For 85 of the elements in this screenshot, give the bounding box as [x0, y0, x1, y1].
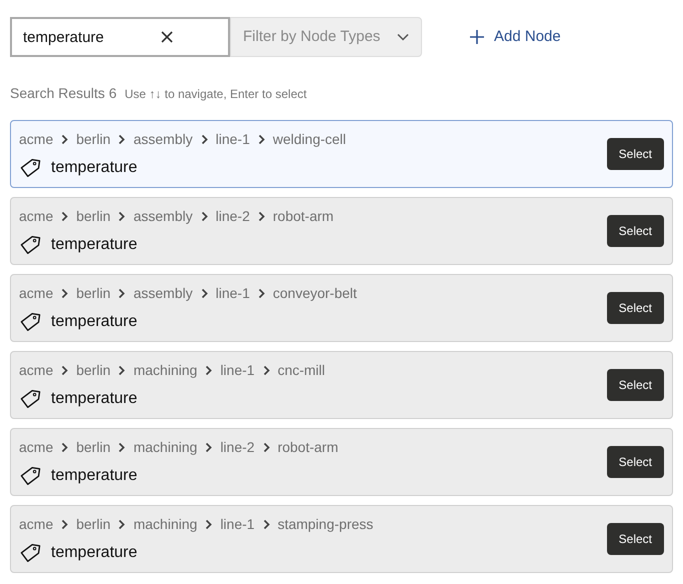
chevron-right-icon — [258, 210, 265, 222]
chevron-right-icon — [118, 364, 126, 376]
keyboard-hint: Use ↑↓ to navigate, Enter to select — [124, 86, 307, 103]
close-icon[interactable] — [161, 31, 173, 43]
breadcrumb-item: acme — [19, 360, 54, 380]
chevron-right-icon — [205, 518, 212, 530]
chevron-down-icon — [397, 33, 409, 41]
chevron-right-icon — [258, 288, 265, 298]
select-button[interactable]: Select — [606, 523, 664, 555]
chevron-right-icon — [118, 442, 126, 452]
breadcrumb-item: acme — [19, 514, 54, 534]
breadcrumb-item: line-1 — [216, 130, 250, 148]
breadcrumb-item: assembly — [133, 130, 193, 149]
chevron-right-icon — [61, 364, 68, 376]
breadcrumb-item: berlin — [76, 130, 110, 148]
result-card[interactable]: acme berlin assembly line-1 conveyor-belt temperature Select — [10, 274, 673, 342]
chevron-right-icon — [205, 442, 212, 452]
breadcrumb-item: line-1 — [216, 284, 250, 302]
select-button[interactable]: Select — [606, 292, 664, 324]
results-title: Search Results 6 — [10, 84, 117, 103]
select-button[interactable]: Select — [606, 446, 664, 478]
breadcrumb-item: berlin — [76, 438, 110, 456]
node-name: temperature — [51, 312, 138, 332]
tag-icon — [19, 312, 41, 332]
breadcrumb-item: robot-arm — [272, 206, 334, 226]
tag-icon — [19, 388, 41, 408]
breadcrumb-item: assembly — [133, 206, 193, 226]
tag-icon — [19, 466, 41, 486]
result-card[interactable]: acme berlin machining line-1 stamping-press temperature Select — [10, 505, 673, 573]
chevron-right-icon — [200, 210, 208, 222]
chevron-right-icon — [61, 442, 68, 452]
chevron-right-icon — [118, 134, 126, 144]
node-name: temperature — [51, 466, 138, 486]
breadcrumb-item: berlin — [76, 206, 110, 226]
breadcrumb-item: line-2 — [216, 206, 250, 226]
breadcrumb-item: assembly — [133, 284, 193, 303]
chevron-right-icon — [262, 364, 270, 376]
breadcrumb-item: berlin — [76, 360, 110, 380]
breadcrumb-item: berlin — [76, 514, 110, 534]
breadcrumb-item: machining — [133, 438, 198, 457]
breadcrumb-item: line-1 — [220, 360, 255, 380]
breadcrumb-item: machining — [133, 360, 198, 380]
node-name: temperature — [51, 542, 138, 562]
select-button[interactable]: Select — [606, 369, 664, 401]
chevron-right-icon — [258, 134, 265, 144]
select-button[interactable]: Select — [606, 138, 664, 170]
breadcrumb-item: machining — [133, 514, 198, 534]
chevron-right-icon — [118, 288, 126, 298]
chevron-right-icon — [118, 210, 126, 222]
breadcrumb-item: acme — [19, 130, 54, 148]
chevron-right-icon — [205, 364, 212, 376]
select-button[interactable]: Select — [606, 215, 664, 247]
breadcrumb-item: acme — [19, 284, 54, 302]
breadcrumb-item: line-2 — [220, 438, 255, 456]
breadcrumb-item: cnc-mill — [278, 360, 326, 380]
chevron-right-icon — [200, 134, 208, 144]
breadcrumb-item: conveyor-belt — [272, 284, 357, 303]
result-card[interactable]: acme berlin assembly line-2 robot-arm temperature Select — [10, 197, 673, 265]
chevron-right-icon — [61, 518, 68, 530]
chevron-right-icon — [262, 518, 270, 530]
search-field[interactable]: temperature — [10, 17, 230, 57]
breadcrumb-item: robot-arm — [278, 438, 338, 456]
node-name: temperature — [51, 388, 138, 408]
tag-icon — [19, 542, 41, 562]
result-card[interactable]: acme berlin machining line-1 cnc-mill temperature Select — [10, 351, 673, 419]
breadcrumb-item: welding-cell — [272, 130, 346, 149]
breadcrumb-item: stamping-press — [278, 514, 374, 534]
tag-icon — [19, 234, 41, 254]
chevron-right-icon — [262, 442, 270, 452]
breadcrumb-item: berlin — [76, 284, 110, 302]
node-name: temperature — [51, 234, 138, 254]
chevron-right-icon — [61, 134, 68, 144]
chevron-right-icon — [61, 288, 68, 298]
result-card[interactable]: acme berlin assembly line-1 welding-cell temperature Select — [10, 120, 673, 188]
plus-icon — [470, 30, 484, 44]
tag-icon — [19, 158, 41, 178]
node-name: temperature — [51, 158, 138, 178]
breadcrumb-item: line-1 — [220, 514, 255, 534]
result-card[interactable]: acme berlin machining line-2 robot-arm temperature Select — [10, 428, 673, 496]
breadcrumb-item: acme — [19, 438, 54, 456]
chevron-right-icon — [200, 288, 208, 298]
add-node-button[interactable]: Add Node — [468, 19, 563, 55]
breadcrumb-item: acme — [19, 206, 54, 226]
chevron-right-icon — [61, 210, 68, 222]
chevron-right-icon — [118, 518, 126, 530]
